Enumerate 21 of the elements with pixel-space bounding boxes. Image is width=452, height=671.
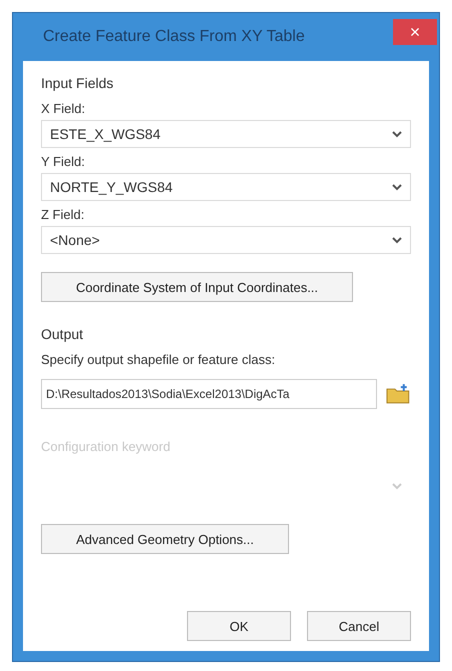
dropdown-field[interactable]: <None> (41, 226, 411, 254)
dropdown-field[interactable]: ESTE_X_WGS84 (41, 120, 411, 148)
field-label: Z Field: (41, 207, 86, 222)
cancel-button[interactable]: Cancel (307, 611, 411, 641)
dropdown-field[interactable]: NORTE_Y_WGS84 (41, 173, 411, 201)
chevron-down-icon (392, 236, 402, 244)
output-path-field[interactable]: D:\Resultados2013\Sodia\Excel2013\DigAcTa (41, 379, 378, 409)
field-label: Y Field: (41, 154, 86, 169)
ok-button[interactable]: OK (187, 611, 291, 641)
chevron-down-icon (392, 184, 402, 190)
coordinate-system-button[interactable]: Coordinate System of Input Coordinates... (41, 272, 353, 302)
section-heading: Input Fields (41, 75, 114, 91)
chevron-down-icon (392, 130, 402, 138)
advanced-geometry-button[interactable]: Advanced Geometry Options... (41, 524, 289, 554)
folder-icon[interactable] (385, 383, 411, 405)
prompt-text: Specify output shapefile or feature class: (41, 352, 276, 367)
field-label: X Field: (41, 101, 86, 116)
window-title: Create Feature Class From XY Table (43, 28, 305, 46)
chevron-down-icon (392, 482, 402, 490)
section-heading: Output (41, 326, 84, 342)
close-button[interactable]: × (393, 19, 437, 45)
